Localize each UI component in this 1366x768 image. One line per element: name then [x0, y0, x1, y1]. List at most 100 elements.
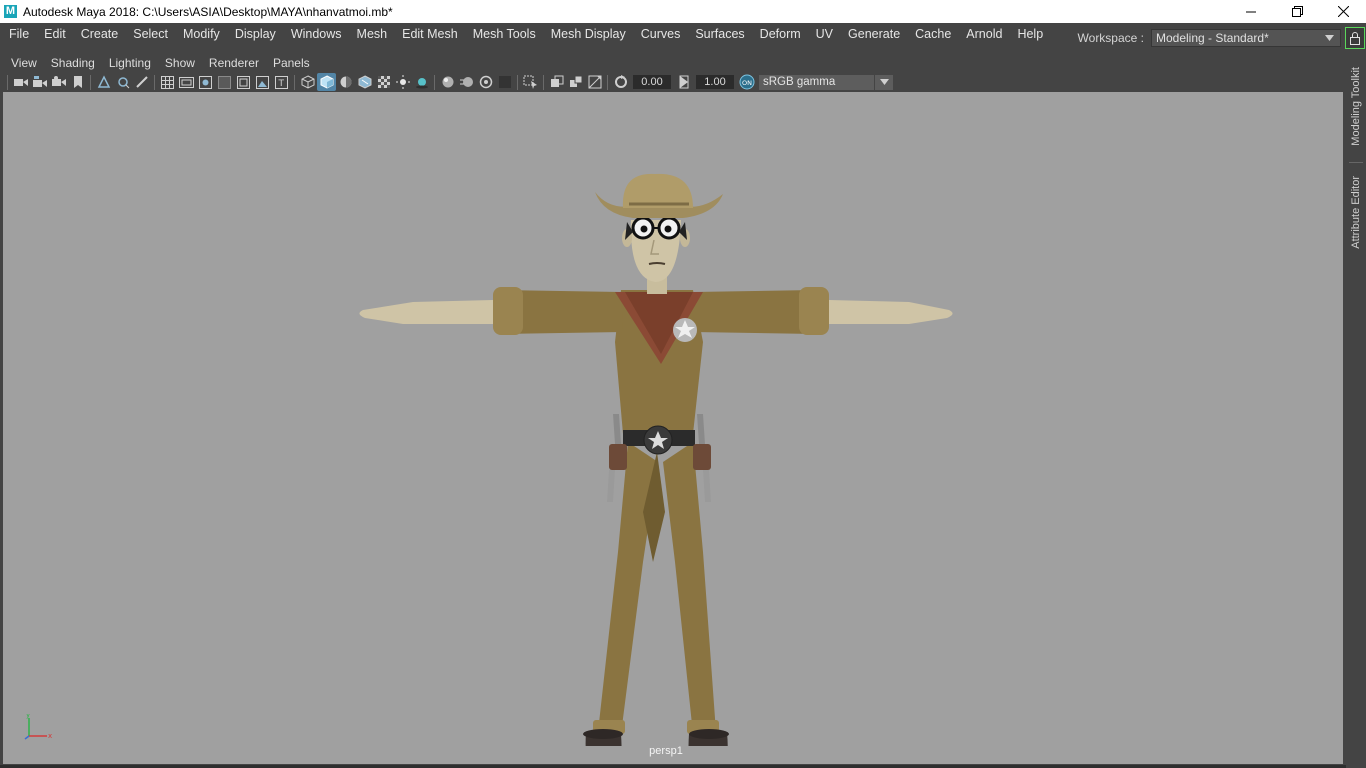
- chevron-down-icon: [1325, 35, 1334, 41]
- restore-button[interactable]: [1274, 0, 1320, 23]
- menu-arnold[interactable]: Arnold: [958, 23, 1009, 45]
- film-gate-icon[interactable]: [177, 73, 196, 91]
- window-controls: [1228, 0, 1366, 23]
- minimize-button[interactable]: [1228, 0, 1274, 23]
- screen-space-ao-icon[interactable]: [438, 73, 457, 91]
- menu-create[interactable]: Create: [73, 23, 126, 45]
- menu-help[interactable]: Help: [1009, 23, 1050, 45]
- 3d-viewport[interactable]: y x persp1: [3, 92, 1343, 764]
- color-space-value: sRGB gamma: [763, 76, 836, 88]
- menu-mesh-tools[interactable]: Mesh Tools: [465, 23, 543, 45]
- menu-deform[interactable]: Deform: [752, 23, 808, 45]
- menu-mesh[interactable]: Mesh: [349, 23, 395, 45]
- maya-logo-icon: M: [4, 5, 17, 18]
- toolbar-separator: [7, 74, 8, 90]
- xray-joints-icon[interactable]: [585, 73, 604, 91]
- panel-menu-view[interactable]: View: [3, 56, 43, 70]
- tab-modeling-toolkit-label: Modeling Toolkit: [1350, 66, 1362, 146]
- tab-attribute-editor[interactable]: Attribute Editor: [1346, 168, 1366, 256]
- gamma-icon[interactable]: [674, 73, 693, 91]
- motion-blur-icon[interactable]: [457, 73, 476, 91]
- panel-menu-panels[interactable]: Panels: [265, 56, 316, 70]
- menu-curves[interactable]: Curves: [633, 23, 688, 45]
- menu-mesh-display[interactable]: Mesh Display: [543, 23, 633, 45]
- svg-text:T: T: [278, 79, 285, 89]
- color-management-icon[interactable]: ON: [737, 73, 756, 91]
- toolbar-separator: [154, 74, 155, 90]
- menu-display[interactable]: Display: [227, 23, 283, 45]
- light-bulb-icon[interactable]: [393, 73, 412, 91]
- viewport-panel: View Shading Lighting Show Renderer Pane…: [0, 50, 1345, 768]
- bookmarks-icon[interactable]: [49, 73, 68, 91]
- restore-icon: [1291, 6, 1303, 17]
- exposure-icon[interactable]: [611, 73, 630, 91]
- menu-surfaces[interactable]: Surfaces: [687, 23, 751, 45]
- menu-edit[interactable]: Edit: [36, 23, 73, 45]
- panel-menu-lighting[interactable]: Lighting: [101, 56, 157, 70]
- grid-icon[interactable]: [158, 73, 177, 91]
- image-plane-icon[interactable]: [68, 73, 87, 91]
- use-all-lights-icon[interactable]: [374, 73, 393, 91]
- textured-icon[interactable]: [355, 73, 374, 91]
- panel-menu-shading[interactable]: Shading: [43, 56, 101, 70]
- panel-menu-show[interactable]: Show: [157, 56, 201, 70]
- select-camera-icon[interactable]: [11, 73, 30, 91]
- toolbar-separator: [434, 74, 435, 90]
- xray-active-components-icon[interactable]: [566, 73, 585, 91]
- workspace-lock-button[interactable]: [1345, 27, 1365, 49]
- wireframe-icon[interactable]: [298, 73, 317, 91]
- axis-y-label: y: [26, 714, 30, 719]
- pencil-icon[interactable]: [132, 73, 151, 91]
- gate-mask-icon[interactable]: [215, 73, 234, 91]
- panel-menu-renderer[interactable]: Renderer: [201, 56, 265, 70]
- workspace-area: Workspace : Modeling - Standard*: [1078, 23, 1366, 49]
- menu-cache[interactable]: Cache: [907, 23, 958, 45]
- color-space-dropdown[interactable]: sRGB gamma: [759, 74, 874, 90]
- menu-file[interactable]: File: [0, 23, 36, 45]
- window-title: Autodesk Maya 2018: C:\Users\ASIA\Deskto…: [23, 4, 393, 19]
- isolate-select-icon[interactable]: [521, 73, 540, 91]
- wireframe-on-shaded-icon[interactable]: [336, 73, 355, 91]
- menu-generate[interactable]: Generate: [840, 23, 907, 45]
- minimize-icon: [1246, 11, 1256, 12]
- menu-modify[interactable]: Modify: [175, 23, 227, 45]
- menu-windows[interactable]: Windows: [283, 23, 349, 45]
- color-space-arrow[interactable]: [875, 74, 893, 90]
- toolbar-separator: [517, 74, 518, 90]
- menu-edit-mesh[interactable]: Edit Mesh: [394, 23, 465, 45]
- chevron-down-icon: [879, 79, 889, 85]
- workspace-value: Modeling - Standard*: [1156, 31, 1269, 45]
- title-bar: M Autodesk Maya 2018: C:\Users\ASIA\Desk…: [0, 0, 1366, 23]
- cowboy-character-model[interactable]: [343, 126, 963, 746]
- resolution-gate-icon[interactable]: [196, 73, 215, 91]
- workspace-label: Workspace :: [1077, 30, 1144, 45]
- xray-icon[interactable]: [547, 73, 566, 91]
- toolbar-separator: [294, 74, 295, 90]
- lock-icon: [1350, 31, 1360, 45]
- svg-text:ON: ON: [742, 79, 752, 87]
- close-button[interactable]: [1320, 0, 1366, 23]
- depth-of-field-icon[interactable]: [495, 73, 514, 91]
- smooth-shade-icon[interactable]: [317, 73, 336, 91]
- safe-title-icon[interactable]: T: [272, 73, 291, 91]
- menu-select[interactable]: Select: [125, 23, 175, 45]
- tab-modeling-toolkit[interactable]: Modeling Toolkit: [1346, 60, 1366, 152]
- camera-name-label: persp1: [649, 745, 683, 757]
- panel-toolbar: T 0.00 1.00 ON sRGB gamma: [4, 72, 1342, 92]
- menu-uv[interactable]: UV: [808, 23, 840, 45]
- field-chart-icon[interactable]: [234, 73, 253, 91]
- exposure-field[interactable]: 0.00: [633, 75, 671, 89]
- shadows-icon[interactable]: [412, 73, 431, 91]
- side-tab-strip: Modeling Toolkit Attribute Editor: [1346, 50, 1366, 768]
- side-tab-divider: [1349, 162, 1363, 163]
- safe-action-icon[interactable]: [253, 73, 272, 91]
- workspace-dropdown[interactable]: Modeling - Standard*: [1151, 29, 1341, 47]
- toolbar-separator: [90, 74, 91, 90]
- 2d-pan-zoom-icon[interactable]: [94, 73, 113, 91]
- grease-pencil-icon[interactable]: [113, 73, 132, 91]
- camera-attributes-icon[interactable]: [30, 73, 49, 91]
- gamma-field[interactable]: 1.00: [696, 75, 734, 89]
- panel-menu-bar: View Shading Lighting Show Renderer Pane…: [3, 52, 316, 74]
- multisample-aa-icon[interactable]: [476, 73, 495, 91]
- axis-x-label: x: [48, 732, 52, 740]
